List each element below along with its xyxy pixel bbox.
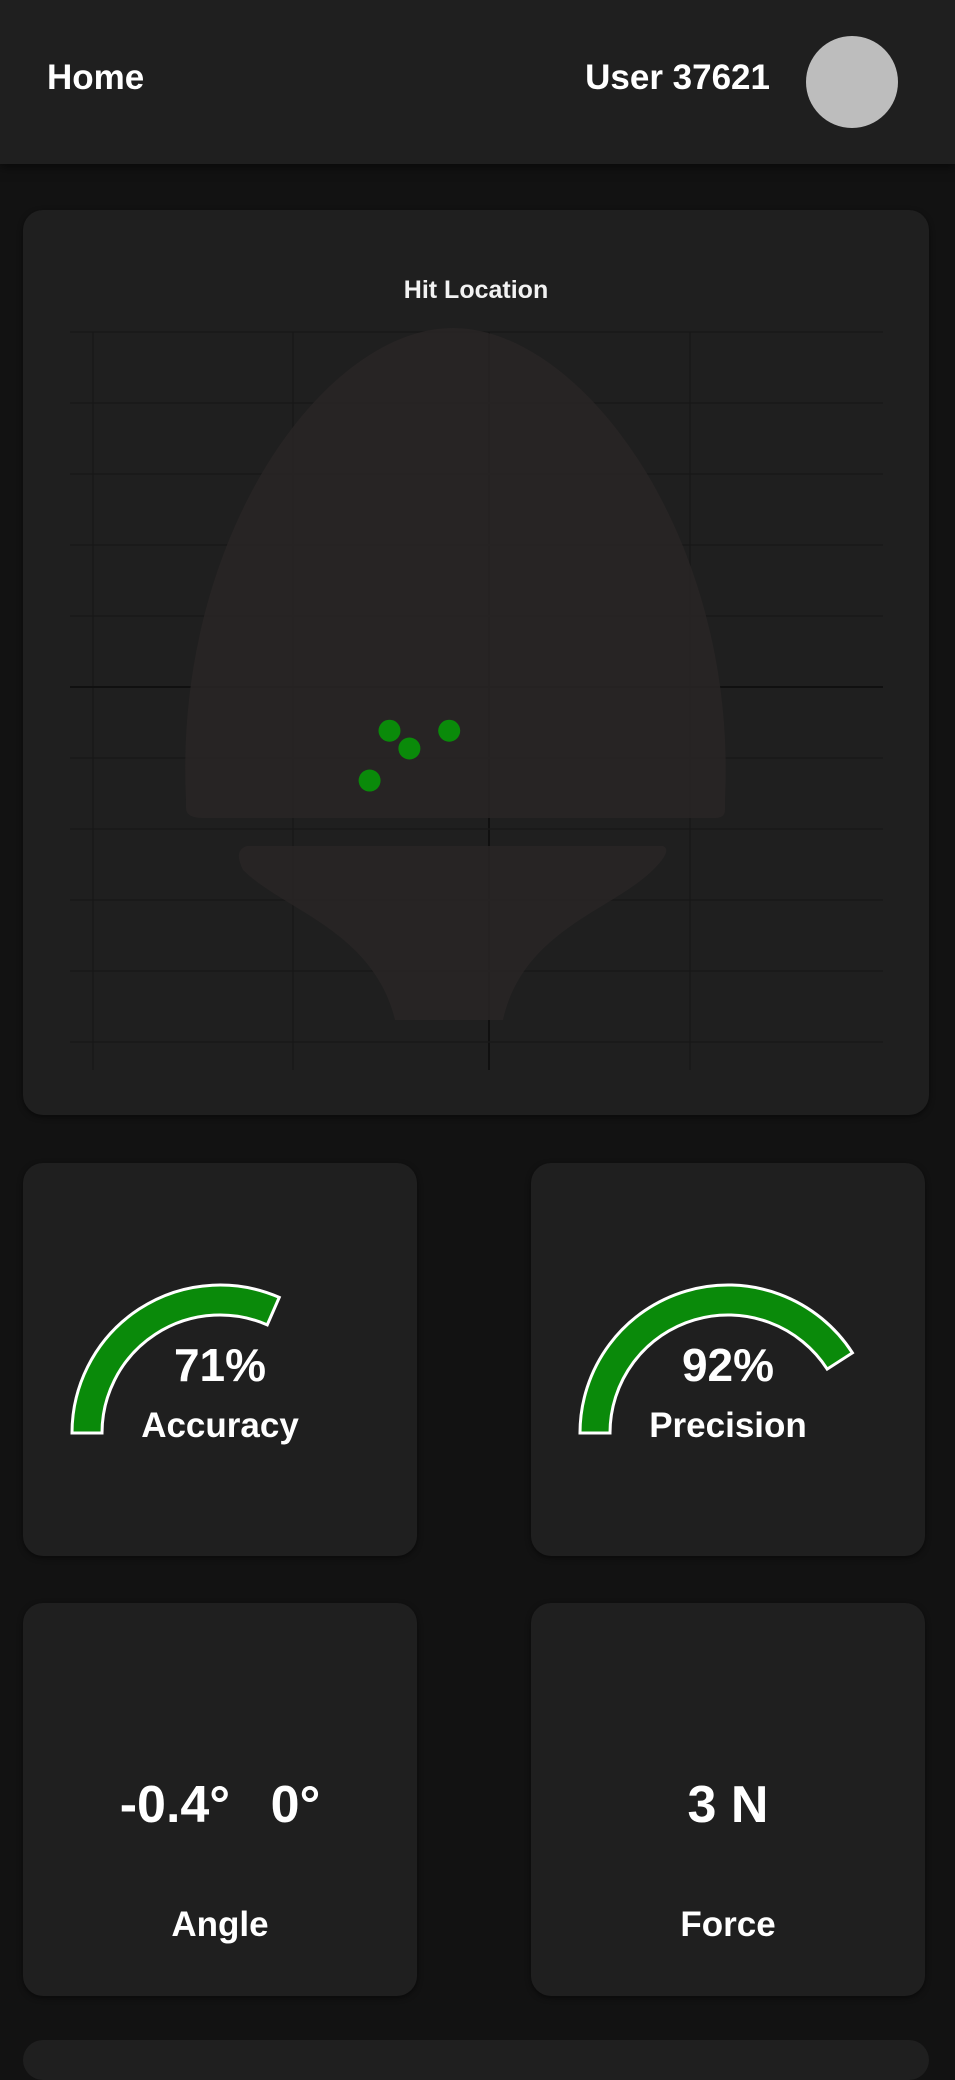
hit-point [378, 719, 401, 742]
accuracy-value: 71% [173, 1339, 267, 1391]
hit-point [438, 719, 461, 742]
hit-location-card: Hit Location [23, 210, 929, 1115]
angle-card: -0.4° 0° Angle [23, 1603, 417, 1996]
precision-label: Precision [649, 1406, 807, 1445]
paddle-head [185, 328, 726, 818]
precision-card: 92% Precision [531, 1163, 925, 1556]
top-app-bar: Home User 37621 [0, 0, 955, 164]
next-card-partial [23, 2040, 929, 2080]
hit-point [358, 769, 381, 792]
force-value: 3 N [687, 1776, 769, 1834]
paddle-handle [238, 846, 667, 1020]
hit-location-plot [70, 328, 883, 1070]
hit-point [398, 737, 421, 760]
avatar[interactable] [806, 36, 898, 128]
angle-y-value: 0° [270, 1776, 321, 1834]
precision-value: 92% [681, 1339, 775, 1391]
angle-x-value: -0.4° [119, 1776, 231, 1834]
angle-label: Angle [171, 1905, 269, 1944]
accuracy-label: Accuracy [141, 1406, 299, 1445]
home-link[interactable]: Home [47, 58, 144, 98]
accuracy-card: 71% Accuracy [23, 1163, 417, 1556]
force-label: Force [680, 1905, 776, 1944]
angle-value: -0.4° 0° [23, 1775, 417, 1835]
force-card: 3 N Force [531, 1603, 925, 1996]
user-name: User 37621 [585, 58, 770, 97]
